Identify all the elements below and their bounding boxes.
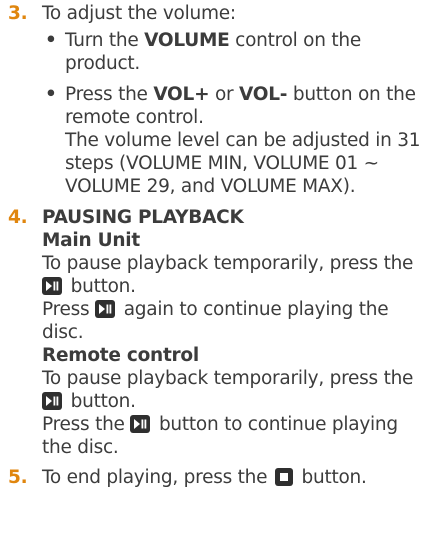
vol-minus-label: VOL-: [239, 84, 288, 105]
bullet-dot: •: [45, 30, 57, 51]
step-5: 5. To end playing, press the button.: [8, 467, 367, 488]
play-pause-icon: [42, 392, 62, 410]
step-number: 3.: [8, 3, 28, 24]
vol-plus-label: VOL+: [153, 84, 210, 105]
main-unit-resume: Press again to continue playing the disc…: [42, 299, 389, 343]
play-pause-icon: [130, 415, 151, 433]
step-title: To adjust the volume:: [42, 3, 236, 24]
play-pause-icon: [42, 277, 62, 295]
remote-control-label: Remote control: [42, 345, 199, 366]
step-3: 3. To adjust the volume: • Turn the VOLU…: [0, 2, 429, 198]
bullet-dot: •: [45, 84, 57, 105]
play-pause-icon: [95, 300, 116, 318]
main-unit-instruction: To pause playback temporarily, press the…: [42, 253, 414, 297]
bullet-list: • Turn the VOLUME control on the product…: [42, 29, 429, 198]
step-number: 4.: [8, 207, 28, 228]
list-item: • Turn the VOLUME control on the product…: [45, 30, 361, 74]
main-unit-label: Main Unit: [42, 230, 140, 251]
list-item: • Press the VOL+ or VOL- button on the r…: [42, 83, 429, 198]
section-heading: PAUSING PLAYBACK: [42, 207, 244, 228]
step-4: 4. PAUSING PLAYBACK Main Unit To pause p…: [0, 206, 429, 459]
volume-note: The volume level can be adjusted in 31 s…: [65, 130, 421, 197]
volume-control-label: VOLUME: [144, 30, 230, 51]
stop-icon: [274, 468, 293, 486]
remote-instruction: To pause playback temporarily, press the…: [42, 368, 414, 412]
manual-page: 3. To adjust the volume: • Turn the VOLU…: [0, 2, 429, 489]
step-number: 5.: [8, 467, 28, 488]
remote-resume: Press the button to continue playing the…: [42, 414, 398, 458]
